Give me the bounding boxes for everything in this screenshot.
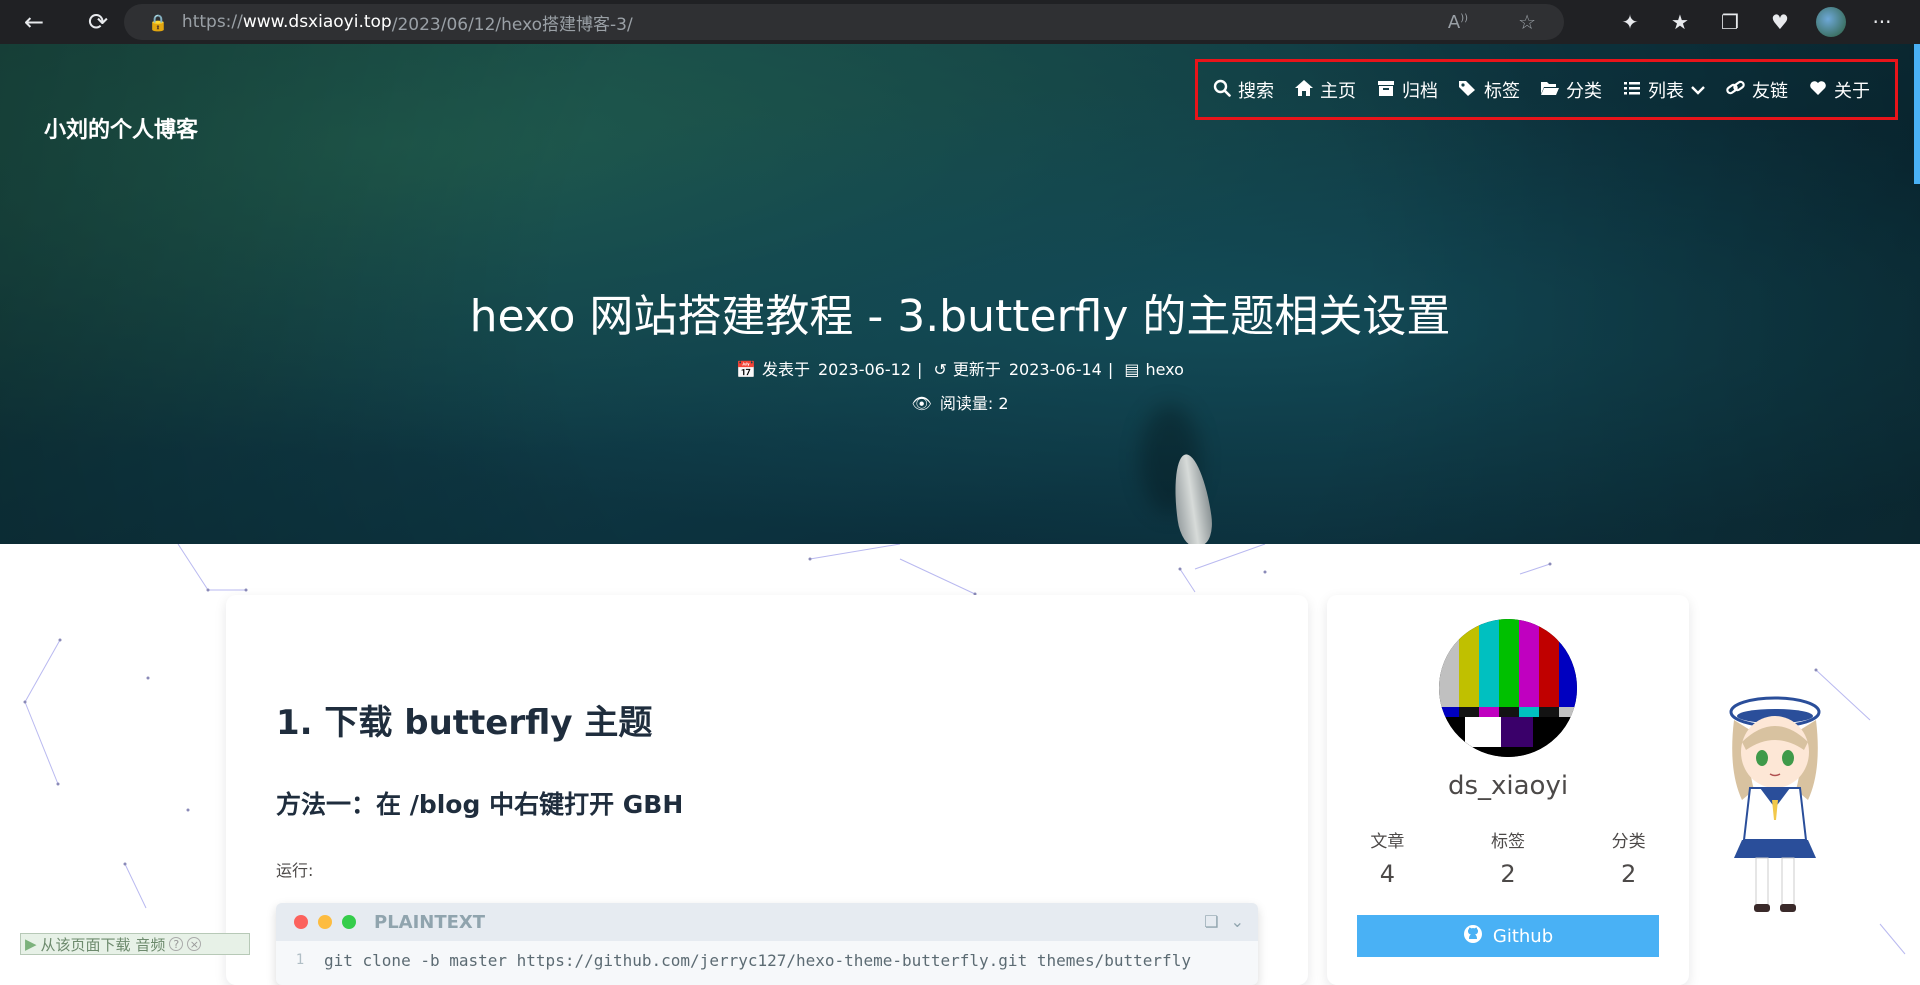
heart-icon bbox=[1808, 79, 1828, 102]
scroll-indicator bbox=[1914, 44, 1920, 184]
eye-icon: 👁 bbox=[911, 394, 932, 413]
back-icon[interactable]: ← bbox=[12, 4, 56, 40]
chevron-down-icon bbox=[1690, 80, 1706, 101]
stat-articles[interactable]: 文章 4 bbox=[1327, 827, 1448, 888]
menu-item-categories[interactable]: 分类 bbox=[1540, 77, 1602, 103]
code-text: git clone -b master https://github.com/j… bbox=[324, 950, 1191, 970]
mascot-character[interactable] bbox=[1720, 690, 1830, 920]
code-dot-green bbox=[342, 915, 356, 929]
menu-item-home[interactable]: 主页 bbox=[1294, 77, 1356, 103]
site-name[interactable]: 小刘的个人博客 bbox=[44, 112, 198, 144]
lock-icon: 🔒 bbox=[148, 12, 168, 32]
menu-label-links: 友链 bbox=[1752, 81, 1788, 102]
views-count: 2 bbox=[998, 394, 1009, 413]
post-title: hexo 网站搭建教程 - 3.butterfly 的主题相关设置 bbox=[469, 291, 1451, 342]
published-label: 发表于 bbox=[761, 360, 810, 379]
article-heading-1: 1. 下载 butterfly 主题 bbox=[276, 703, 653, 743]
menu-label-archive: 归档 bbox=[1402, 81, 1438, 102]
link-icon bbox=[1726, 79, 1746, 102]
history-icon: ↺ bbox=[933, 360, 947, 379]
close-icon[interactable]: × bbox=[187, 937, 202, 951]
menu-item-tags[interactable]: 标签 bbox=[1458, 77, 1520, 103]
stat-label: 标签 bbox=[1491, 832, 1525, 852]
menu-label-search: 搜索 bbox=[1238, 81, 1274, 102]
stat-tags[interactable]: 标签 2 bbox=[1448, 827, 1569, 888]
read-aloud-icon[interactable]: A)) bbox=[1448, 12, 1468, 33]
menu-item-search[interactable]: 搜索 bbox=[1212, 77, 1274, 103]
github-icon bbox=[1463, 924, 1483, 949]
copy-icon[interactable]: ❏ bbox=[1204, 912, 1218, 931]
browser-toolbar: ← ⟳ 🔒 https://www.dsxiaoyi.top/2023/06/1… bbox=[0, 0, 1920, 44]
download-audio-label: 从该页面下载 音频 bbox=[40, 935, 166, 954]
menu-item-list[interactable]: 列表 bbox=[1622, 77, 1706, 103]
code-block-header: PLAINTEXT ❏ ⌄ bbox=[276, 903, 1258, 941]
code-block: PLAINTEXT ❏ ⌄ 1 git clone -b master http… bbox=[276, 903, 1258, 985]
home-icon bbox=[1294, 79, 1314, 102]
archive-icon bbox=[1376, 79, 1396, 102]
views-label: 阅读量: bbox=[939, 394, 994, 413]
code-language: PLAINTEXT bbox=[374, 911, 486, 933]
extensions-icon[interactable]: ✦ bbox=[1616, 10, 1644, 34]
post-category[interactable]: hexo bbox=[1145, 360, 1183, 379]
stat-label: 分类 bbox=[1611, 832, 1646, 852]
list-icon bbox=[1622, 79, 1642, 102]
more-menu-icon[interactable]: ··· bbox=[1868, 10, 1896, 34]
menu-label-tags: 标签 bbox=[1484, 81, 1520, 102]
play-icon: ▶ bbox=[25, 935, 37, 953]
stat-value: 2 bbox=[1500, 860, 1516, 888]
article-heading-2: 方法一：在 /blog 中右键打开 GBH bbox=[276, 790, 684, 819]
stat-label: 文章 bbox=[1370, 832, 1405, 852]
author-card: ds_xiaoyi 文章 4 标签 2 分类 2 Github bbox=[1327, 595, 1689, 985]
url-host: www.dsxiaoyi.top bbox=[242, 12, 392, 32]
author-stats: 文章 4 标签 2 分类 2 bbox=[1327, 827, 1689, 888]
menu-label-about: 关于 bbox=[1834, 81, 1870, 102]
code-line: 1 git clone -b master https://github.com… bbox=[276, 941, 1258, 979]
menu-label-list: 列表 bbox=[1648, 81, 1684, 102]
stat-categories[interactable]: 分类 2 bbox=[1568, 827, 1689, 888]
search-icon bbox=[1212, 79, 1232, 102]
menu-item-archive[interactable]: 归档 bbox=[1376, 77, 1438, 103]
stat-value: 2 bbox=[1621, 860, 1637, 888]
post-views: 👁 阅读量: 2 bbox=[0, 390, 1920, 414]
favorites-icon[interactable]: ★ bbox=[1666, 10, 1694, 34]
chevron-down-icon[interactable]: ⌄ bbox=[1231, 912, 1244, 931]
post-meta: 📅 发表于 2023-06-12 | ↺ 更新于 2023-06-14 | ▤ hexo bbox=[736, 360, 1184, 379]
favorite-star-icon[interactable]: ☆ bbox=[1518, 10, 1536, 34]
menu-item-links[interactable]: 友链 bbox=[1726, 77, 1788, 103]
folder-open-icon bbox=[1540, 79, 1560, 102]
url-prefix: https:// bbox=[181, 12, 243, 32]
avatar[interactable] bbox=[1439, 619, 1577, 757]
url-path: /2023/06/12/hexo搭建博客-3/ bbox=[391, 14, 633, 35]
updated-date: 2023-06-14 bbox=[1008, 360, 1102, 379]
code-line-number: 1 bbox=[295, 952, 305, 968]
stat-value: 4 bbox=[1379, 860, 1395, 888]
menu-item-about[interactable]: 关于 bbox=[1808, 77, 1870, 103]
author-name: ds_xiaoyi bbox=[1447, 771, 1569, 801]
nav-menu: 搜索 主页 归档 标签 分类 列表 友链 关于 bbox=[1212, 60, 1870, 120]
github-label: Github bbox=[1492, 925, 1554, 947]
browser-actions: ✦ ★ ❐ ♥ ··· bbox=[1616, 0, 1896, 44]
profile-avatar[interactable] bbox=[1816, 7, 1846, 37]
calendar-icon: 📅 bbox=[736, 360, 756, 379]
code-tools: ❏ ⌄ bbox=[1204, 912, 1244, 931]
code-dot-yellow bbox=[318, 915, 332, 929]
tags-icon bbox=[1458, 79, 1478, 102]
menu-label-home: 主页 bbox=[1320, 81, 1356, 102]
download-audio-bar[interactable]: ▶ 从该页面下载 音频 ? × bbox=[20, 933, 250, 955]
menu-label-categories: 分类 bbox=[1566, 81, 1602, 102]
collections-icon[interactable]: ❐ bbox=[1716, 10, 1744, 34]
updated-label: 更新于 bbox=[952, 360, 1001, 379]
help-icon[interactable]: ? bbox=[169, 937, 184, 951]
article-card: 1. 下载 butterfly 主题 方法一：在 /blog 中右键打开 GBH… bbox=[226, 595, 1308, 985]
address-bar[interactable]: 🔒 https://www.dsxiaoyi.top/2023/06/12/he… bbox=[124, 4, 1564, 40]
health-icon[interactable]: ♥ bbox=[1766, 10, 1794, 34]
published-date: 2023-06-12 bbox=[817, 360, 911, 379]
article-paragraph: 运行: bbox=[276, 861, 314, 880]
refresh-icon[interactable]: ⟳ bbox=[76, 4, 120, 40]
code-dot-red bbox=[294, 915, 308, 929]
github-button[interactable]: Github bbox=[1357, 915, 1659, 957]
inbox-icon: ▤ bbox=[1124, 360, 1140, 379]
